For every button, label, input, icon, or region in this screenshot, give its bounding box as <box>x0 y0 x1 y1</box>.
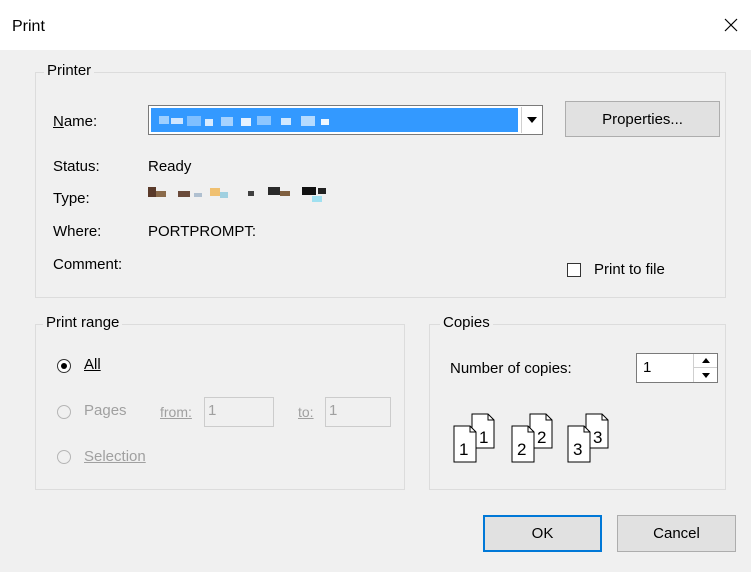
to-input[interactable]: 1 <box>325 397 391 427</box>
status-label: Status: <box>53 158 100 175</box>
pages-radio[interactable] <box>57 405 71 419</box>
spin-down-button[interactable] <box>694 368 717 382</box>
name-label-rest: ame: <box>63 113 98 130</box>
selection-radio-label[interactable]: Selection <box>84 448 146 465</box>
collate-page-label: 1 <box>459 440 469 459</box>
window-title: Print <box>12 18 45 35</box>
print-to-file-label[interactable]: Print to file <box>594 261 665 278</box>
properties-button-label: Properties... <box>602 110 683 128</box>
collate-page-label: 1 <box>479 428 489 447</box>
from-label: from: <box>160 404 192 420</box>
copies-spinner[interactable] <box>693 354 717 382</box>
pages-radio-label[interactable]: Pages <box>84 402 127 419</box>
printer-group-label: Printer <box>44 62 95 79</box>
title-bar <box>0 0 751 50</box>
type-value-redacted <box>148 183 348 205</box>
properties-button[interactable]: Properties... <box>565 101 720 137</box>
to-label: to: <box>298 404 314 420</box>
from-input[interactable]: 1 <box>204 397 274 427</box>
cancel-button-label: Cancel <box>653 525 700 542</box>
chevron-up-icon <box>701 358 710 363</box>
collate-page-label: 3 <box>593 428 603 447</box>
copies-value: 1 <box>643 359 652 376</box>
all-radio-label[interactable]: All <box>84 356 101 373</box>
print-to-file-checkbox[interactable] <box>567 263 581 277</box>
collate-page-label: 2 <box>517 440 527 459</box>
printer-name-dropdown[interactable] <box>148 105 543 135</box>
type-label: Type: <box>53 190 90 207</box>
ok-button-label: OK <box>531 525 554 542</box>
number-of-copies-label: Number of copies: <box>450 360 572 377</box>
chevron-down-icon <box>701 372 710 378</box>
collate-illustration: 1 1 2 2 3 3 <box>450 412 630 466</box>
status-value: Ready <box>148 158 192 175</box>
all-radio[interactable] <box>57 359 71 373</box>
collate-page-label: 2 <box>537 428 547 447</box>
cancel-button[interactable]: Cancel <box>617 515 736 552</box>
dropdown-arrow-button[interactable] <box>521 107 541 133</box>
comment-label: Comment: <box>53 256 123 273</box>
where-value: PORTPROMPT: <box>148 223 257 240</box>
collate-page-label: 3 <box>573 440 583 459</box>
chevron-down-icon <box>526 117 537 123</box>
copies-group-label: Copies <box>440 314 493 331</box>
close-icon <box>724 18 738 32</box>
selection-radio[interactable] <box>57 450 71 464</box>
name-label: Name: <box>53 113 98 130</box>
where-label: Where: <box>53 223 102 240</box>
printer-name-selection <box>151 108 518 132</box>
close-button[interactable] <box>711 0 751 50</box>
print-range-group-label: Print range <box>43 314 123 331</box>
spin-up-button[interactable] <box>694 354 717 368</box>
ok-button[interactable]: OK <box>483 515 602 552</box>
